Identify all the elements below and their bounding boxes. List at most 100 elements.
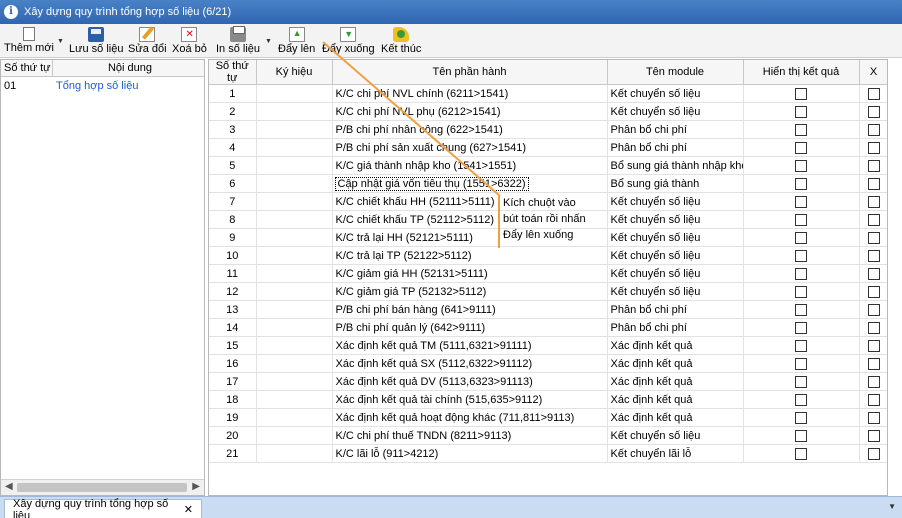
column-header-name[interactable]: Tên phần hành xyxy=(332,60,608,85)
scroll-right-icon[interactable]: ▶ xyxy=(192,481,200,492)
cell-code[interactable] xyxy=(256,354,333,373)
cell-module[interactable]: Kết chuyển số liệu xyxy=(607,246,744,265)
cell-module[interactable]: Xác định kết quả xyxy=(607,372,744,391)
show-result-checkbox[interactable] xyxy=(795,177,807,190)
x-checkbox[interactable] xyxy=(867,321,880,334)
table-row[interactable]: 13 P/B chi phí bán hàng (641>9111) Phân bổ… xyxy=(209,300,887,319)
save-button[interactable]: Lưu số liệu xyxy=(69,26,123,56)
cell-module[interactable]: Xác định kết quả xyxy=(607,354,744,373)
show-result-checkbox[interactable] xyxy=(795,339,807,352)
show-result-checkbox[interactable] xyxy=(795,249,807,262)
table-row[interactable]: 5 K/C giá thành nhập kho (1541>1551) Bổ su… xyxy=(209,156,887,175)
document-tab[interactable]: Xây dựng quy trình tổng hợp số liệu ✕ xyxy=(4,498,202,518)
show-result-checkbox[interactable] xyxy=(795,123,807,136)
table-row[interactable]: 19 Xác định kết quả hoạt động khác (711,8… xyxy=(209,408,887,427)
column-header-stt[interactable]: Số thứ tự xyxy=(1,60,53,76)
show-result-checkbox[interactable] xyxy=(795,141,807,154)
table-row[interactable]: 11 K/C giảm giá HH (52131>5111) Kết chuyển… xyxy=(209,264,887,283)
x-checkbox[interactable] xyxy=(867,195,880,208)
cell-code[interactable] xyxy=(256,246,333,265)
show-result-checkbox[interactable] xyxy=(795,303,807,316)
cell-name[interactable]: Xác định kết quả tài chính (515,635>9112… xyxy=(332,390,608,409)
cell-code[interactable] xyxy=(256,156,333,175)
edit-button[interactable]: Sửa đổi xyxy=(128,26,167,56)
cell-code[interactable] xyxy=(256,84,333,103)
table-row[interactable]: 15 Xác định kết quả TM (5111,6321>91111) X… xyxy=(209,336,887,355)
cell-module[interactable]: Phân bổ chi phí xyxy=(607,138,744,157)
x-checkbox[interactable] xyxy=(867,105,880,118)
cell-module[interactable]: Kết chuyển số liệu xyxy=(607,192,744,211)
delete-button[interactable]: Xoá bỏ xyxy=(172,26,207,56)
show-result-checkbox[interactable] xyxy=(795,393,807,406)
x-checkbox[interactable] xyxy=(867,141,880,154)
cell-code[interactable] xyxy=(256,390,333,409)
cell-module[interactable]: Bổ sung giá thành nhập kho xyxy=(607,156,744,175)
x-checkbox[interactable] xyxy=(867,411,880,424)
x-checkbox[interactable] xyxy=(867,123,880,136)
cell-code[interactable] xyxy=(256,264,333,283)
cell-module[interactable]: Kết chuyển số liệu xyxy=(607,426,744,445)
column-header-code[interactable]: Ký hiệu xyxy=(256,60,333,85)
list-item[interactable]: 01 Tổng hợp số liệu xyxy=(1,77,204,95)
x-checkbox[interactable] xyxy=(867,87,880,100)
x-checkbox[interactable] xyxy=(867,231,880,244)
cell-name[interactable]: K/C chi phí thuế TNDN (8211>9113) xyxy=(332,426,608,445)
new-dropdown-arrow-icon[interactable]: ▼ xyxy=(57,38,64,45)
table-row[interactable]: 20 K/C chi phí thuế TNDN (8211>9113) Kết c… xyxy=(209,426,887,445)
cell-name[interactable]: P/B chi phí sản xuất chung (627>1541) xyxy=(332,138,608,157)
scrollbar-thumb[interactable] xyxy=(17,483,187,492)
cell-name[interactable]: K/C giảm giá HH (52131>5111) xyxy=(332,264,608,283)
cell-name[interactable]: K/C trả lại TP (52122>5112) xyxy=(332,246,608,265)
column-header-show-result[interactable]: Hiển thị kết quả xyxy=(743,60,860,85)
move-down-button[interactable]: Đẩy xuống xyxy=(322,26,375,56)
x-checkbox[interactable] xyxy=(867,393,880,406)
table-row[interactable]: 3 P/B chi phí nhân công (622>1541) Phân bổ… xyxy=(209,120,887,139)
x-checkbox[interactable] xyxy=(867,375,880,388)
cell-module[interactable]: Xác định kết quả xyxy=(607,390,744,409)
cell-module[interactable]: Kết chuyển số liệu xyxy=(607,84,744,103)
table-row[interactable]: 16 Xác định kết quả SX (5112,6322>91112) X… xyxy=(209,354,887,373)
cell-name[interactable]: K/C lãi lỗ (911>4212) xyxy=(332,444,608,463)
cell-code[interactable] xyxy=(256,444,333,463)
show-result-checkbox[interactable] xyxy=(795,105,807,118)
x-checkbox[interactable] xyxy=(867,177,880,190)
x-checkbox[interactable] xyxy=(867,429,880,442)
tab-list-dropdown-icon[interactable]: ▼ xyxy=(888,502,896,511)
column-header-stt[interactable]: Số thứ tự xyxy=(209,60,257,85)
show-result-checkbox[interactable] xyxy=(795,429,807,442)
print-button[interactable]: In số liệu xyxy=(216,26,260,56)
cell-name[interactable]: P/B chi phí nhân công (622>1541) xyxy=(332,120,608,139)
x-checkbox[interactable] xyxy=(867,249,880,262)
cell-code[interactable] xyxy=(256,318,333,337)
table-row[interactable]: 1 K/C chi phí NVL chính (6211>1541) Kết ch… xyxy=(209,84,887,103)
cell-module[interactable]: Xác định kết quả xyxy=(607,336,744,355)
show-result-checkbox[interactable] xyxy=(795,357,807,370)
cell-name[interactable]: K/C chi phí NVL chính (6211>1541) xyxy=(332,84,608,103)
x-checkbox[interactable] xyxy=(867,447,880,460)
x-checkbox[interactable] xyxy=(867,213,880,226)
cell-code[interactable] xyxy=(256,102,333,121)
cell-name[interactable]: Xác định kết quả DV (5113,6323>91113) xyxy=(332,372,608,391)
cell-code[interactable] xyxy=(256,408,333,427)
scroll-left-icon[interactable]: ◀ xyxy=(5,481,13,492)
cell-module[interactable]: Kết chuyển số liệu xyxy=(607,282,744,301)
cell-name[interactable]: Cập nhật giá vốn tiêu thụ (1551>6322) xyxy=(332,174,608,193)
table-row[interactable]: 12 K/C giảm giá TP (52132>5112) Kết chuyển… xyxy=(209,282,887,301)
cell-code[interactable] xyxy=(256,228,333,247)
cell-module[interactable]: Kết chuyển số liệu xyxy=(607,102,744,121)
close-icon[interactable]: ✕ xyxy=(184,503,193,516)
cell-module[interactable]: Kết chuyển lãi lỗ xyxy=(607,444,744,463)
cell-name[interactable]: P/B chi phí bán hàng (641>9111) xyxy=(332,300,608,319)
table-row[interactable]: 6 Cập nhật giá vốn tiêu thụ (1551>6322) Bổ… xyxy=(209,174,887,193)
cell-name[interactable]: Xác định kết quả SX (5112,6322>91112) xyxy=(332,354,608,373)
cell-code[interactable] xyxy=(256,138,333,157)
show-result-checkbox[interactable] xyxy=(795,195,807,208)
column-header-x[interactable]: X xyxy=(859,60,887,85)
x-checkbox[interactable] xyxy=(867,303,880,316)
show-result-checkbox[interactable] xyxy=(795,447,807,460)
cell-name[interactable]: Xác định kết quả hoạt động khác (711,811… xyxy=(332,408,608,427)
horizontal-scrollbar[interactable]: ◀ ▶ xyxy=(1,479,204,495)
cell-code[interactable] xyxy=(256,426,333,445)
show-result-checkbox[interactable] xyxy=(795,267,807,280)
show-result-checkbox[interactable] xyxy=(795,375,807,388)
